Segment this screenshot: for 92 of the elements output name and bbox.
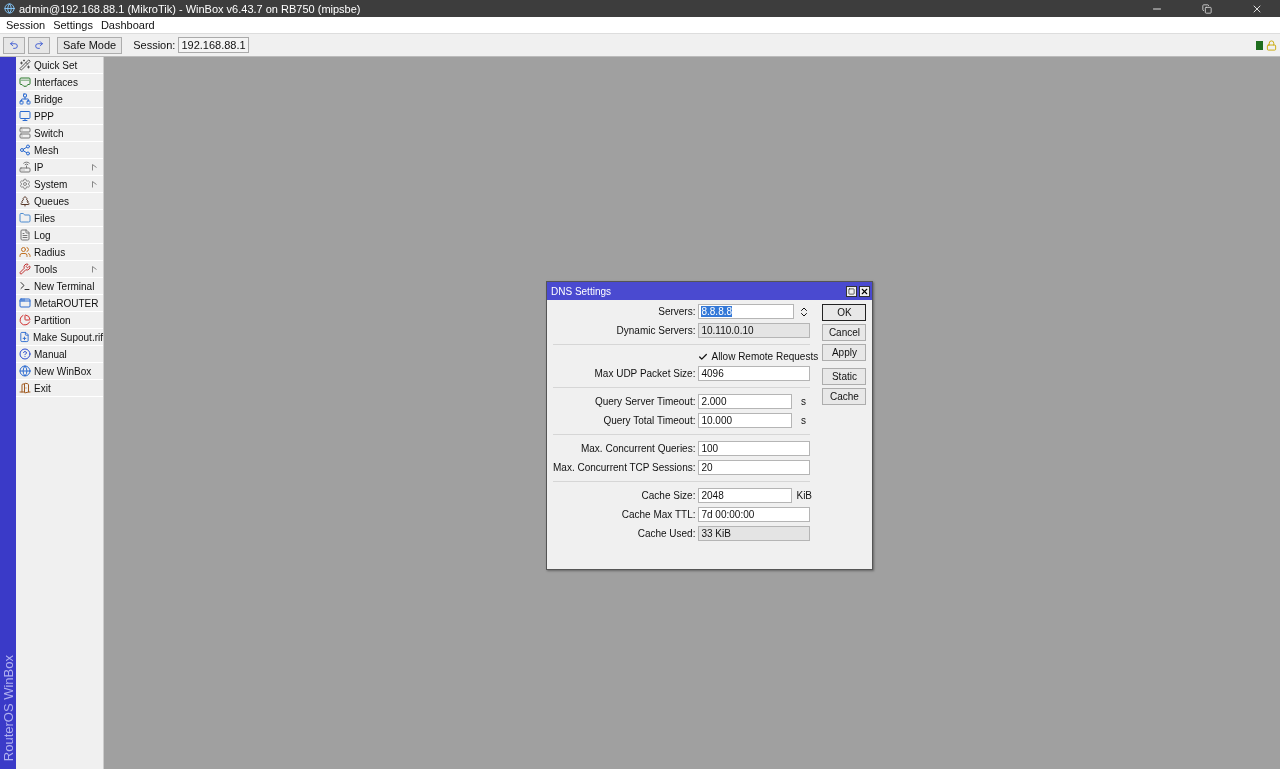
share-icon <box>19 144 31 156</box>
sidebar-item[interactable]: Switch <box>16 125 103 142</box>
lock-icon <box>1266 39 1277 51</box>
restore-icon <box>1202 3 1212 14</box>
field-label: Query Server Timeout: <box>593 396 696 407</box>
session-field: 192.168.88.1 <box>178 37 249 53</box>
menu-item[interactable]: Session <box>2 19 50 31</box>
sidebar-item[interactable]: Bridge <box>16 91 103 108</box>
sidebar-item[interactable]: Log <box>16 227 103 244</box>
sidebar-item[interactable]: Mesh <box>16 142 103 159</box>
app-icon <box>4 3 15 14</box>
checkbox-label: Allow Remote Requests <box>711 351 819 362</box>
window-icon <box>19 297 31 309</box>
file-plus-icon <box>19 331 30 343</box>
dialog-button[interactable]: OK <box>822 304 867 321</box>
input-field[interactable]: 10.000 <box>698 413 793 428</box>
dialog-button[interactable]: Apply <box>822 344 867 361</box>
sidebar-item[interactable]: Quick Set <box>16 57 103 74</box>
field-label: Cache Used: <box>636 528 696 539</box>
pie-chart-icon <box>19 314 31 326</box>
close-button[interactable] <box>859 285 871 297</box>
redo-icon <box>34 40 44 50</box>
door-icon <box>19 382 31 394</box>
field-label: Max. Concurrent TCP Sessions: <box>553 462 696 473</box>
field-label: Dynamic Servers: <box>615 325 696 336</box>
input-field[interactable]: 20 <box>698 460 811 475</box>
field-label: Cache Max TTL: <box>620 509 696 520</box>
sidebar-item[interactable]: Manual <box>16 346 103 363</box>
sidebar-item[interactable]: Files <box>16 210 103 227</box>
input-field[interactable]: 100 <box>698 441 811 456</box>
sidebar-item[interactable]: System <box>16 176 103 193</box>
brand-text: RouterOS WinBox <box>0 654 16 761</box>
dialog-title: DNS Settings <box>551 285 613 297</box>
redo-button[interactable] <box>28 36 50 54</box>
terminal-icon <box>19 280 31 292</box>
checkbox[interactable] <box>698 351 709 362</box>
maximize-button[interactable] <box>846 285 858 297</box>
monitor-icon <box>19 110 31 122</box>
undo-icon <box>9 40 19 50</box>
sidebar-item[interactable]: Tools <box>16 261 103 278</box>
field-label: Max UDP Packet Size: <box>593 368 696 379</box>
dialog-button[interactable]: Cache <box>822 388 867 405</box>
field-label: Query Total Timeout: <box>602 415 696 426</box>
gear-icon <box>19 178 31 190</box>
wrench-icon <box>19 263 31 275</box>
network-icon <box>19 93 31 105</box>
field-label: Servers: <box>657 306 696 317</box>
help-icon <box>19 348 31 360</box>
unit-label: s <box>799 396 807 407</box>
sidebar-item[interactable]: Radius <box>16 244 103 261</box>
undo-button[interactable] <box>3 36 25 54</box>
tree-icon <box>19 195 31 207</box>
globe-icon <box>19 365 31 377</box>
sidebar-item[interactable]: New WinBox <box>16 363 103 380</box>
sidebar-item[interactable]: Exit <box>16 380 103 397</box>
input-field[interactable]: 4096 <box>698 366 811 381</box>
sidebar-item[interactable]: New Terminal <box>16 278 103 295</box>
submenu-arrow-icon <box>92 265 97 273</box>
readonly-field: 33 KiB <box>698 526 811 541</box>
sidebar-item[interactable]: Make Supout.rif <box>16 329 103 346</box>
submenu-arrow-icon <box>92 163 97 171</box>
input-field[interactable]: 8.8.8.8 <box>698 304 795 319</box>
sidebar-item[interactable]: Partition <box>16 312 103 329</box>
unit-label: KiB <box>796 490 811 501</box>
document-icon <box>19 229 31 241</box>
input-field[interactable]: 2048 <box>698 488 793 503</box>
ethernet-port-icon <box>19 76 31 88</box>
sidebar-item[interactable]: IP <box>16 159 103 176</box>
dialog-button[interactable]: Cancel <box>822 324 867 341</box>
folder-icon <box>19 212 31 224</box>
input-field[interactable]: 2.000 <box>698 394 793 409</box>
wand-icon <box>19 59 31 71</box>
server-icon <box>19 127 31 139</box>
window-title: admin@192.168.88.1 (MikroTik) - WinBox v6.43.7 on RB750 (mipsbe) <box>19 2 362 15</box>
users-icon <box>19 246 31 258</box>
field-label: Cache Size: <box>640 490 696 501</box>
sidebar-item[interactable]: Interfaces <box>16 74 103 91</box>
status-square-icon <box>1256 40 1263 50</box>
menu-item[interactable]: Settings <box>49 19 97 31</box>
sidebar-item[interactable]: Queues <box>16 193 103 210</box>
input-field[interactable]: 7d 00:00:00 <box>698 507 811 522</box>
menu-item[interactable]: Dashboard <box>96 19 159 31</box>
sidebar-item[interactable]: MetaROUTER <box>16 295 103 312</box>
router-icon <box>19 161 31 173</box>
readonly-field: 10.110.0.10 <box>698 323 811 338</box>
safe-mode-button[interactable]: Safe Mode <box>57 36 123 54</box>
sidebar-item[interactable]: PPP <box>16 108 103 125</box>
field-label: Max. Concurrent Queries: <box>579 443 696 454</box>
session-label: Session: <box>133 39 176 51</box>
unit-label: s <box>799 415 807 426</box>
dialog-button[interactable]: Static <box>822 368 867 385</box>
submenu-arrow-icon <box>92 180 97 188</box>
